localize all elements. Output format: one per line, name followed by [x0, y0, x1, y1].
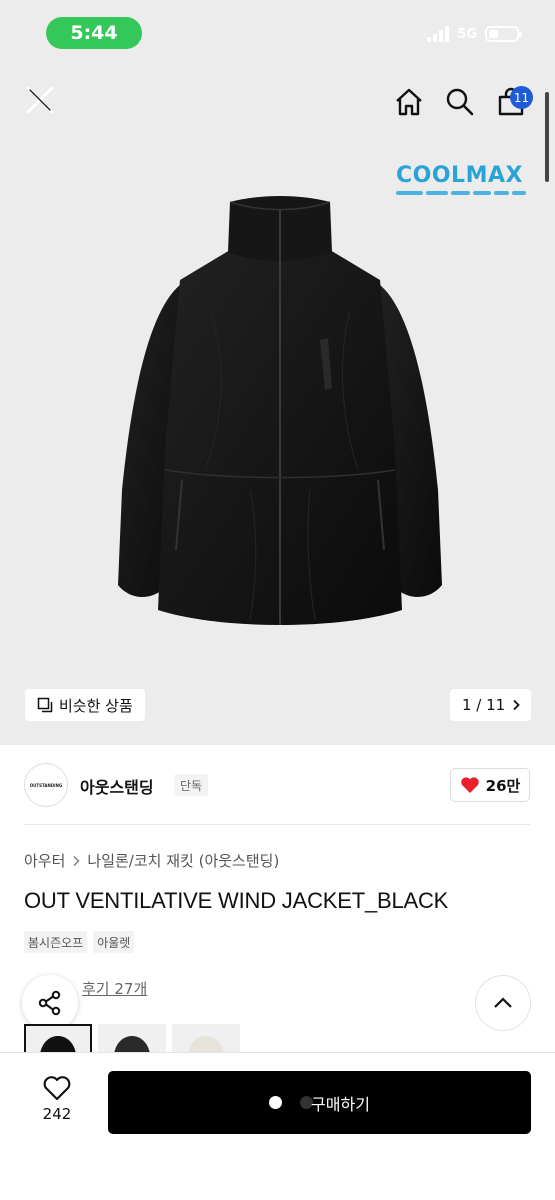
product-tag: 아울렛: [93, 931, 135, 953]
chevron-right-icon: [73, 855, 80, 866]
product-image-gallery[interactable]: 5:44 5G 11 COOLMAX 비슷한 상품 1 / 11: [0, 0, 555, 745]
breadcrumb: 아우터 나일론/코치 재킷 (아웃스탠딩): [24, 850, 279, 871]
brand-like-button[interactable]: 26만: [450, 768, 530, 802]
brand-row: OUTSTANDING 아웃스탠딩 단독 26만: [0, 760, 555, 810]
pager-text: 1 / 11: [462, 696, 506, 714]
buy-button-label: 구매하기: [311, 1094, 370, 1114]
breadcrumb-subcategory[interactable]: 나일론/코치 재킷 (아웃스탠딩): [87, 850, 279, 871]
chevron-up-icon: [494, 997, 512, 1008]
status-indicators: 5G: [427, 26, 522, 42]
brand-logo[interactable]: OUTSTANDING: [24, 763, 68, 807]
brand-name[interactable]: 아웃스탠딩: [80, 774, 154, 798]
exclusive-badge: 단독: [174, 774, 209, 796]
share-icon: [38, 990, 61, 1016]
divider: [24, 824, 530, 825]
close-icon[interactable]: [22, 82, 58, 118]
chevron-right-icon: [513, 699, 521, 711]
product-tag: 봄시즌오프: [24, 931, 88, 953]
signal-icon: [427, 26, 450, 42]
image-pager[interactable]: 1 / 11: [450, 689, 532, 721]
color-thumbnails: [24, 1024, 240, 1054]
loading-dot: [269, 1096, 283, 1109]
review-link[interactable]: 후기 27개: [82, 978, 147, 999]
heart-filled-icon: [460, 777, 479, 793]
scroll-top-button[interactable]: [475, 975, 531, 1031]
similar-products-label: 비슷한 상품: [59, 696, 133, 715]
breadcrumb-category[interactable]: 아우터: [24, 850, 65, 871]
status-time: 5:44: [46, 17, 142, 49]
color-thumb-black[interactable]: [24, 1024, 92, 1054]
product-tags: 봄시즌오프 아울렛: [24, 931, 135, 953]
product-title: OUT VENTILATIVE WIND JACKET_BLACK: [24, 888, 449, 913]
buy-button[interactable]: 구매하기: [108, 1071, 531, 1134]
product-image: [118, 196, 442, 625]
network-label: 5G: [457, 26, 477, 42]
cart-count-badge: 11: [510, 86, 533, 109]
search-icon[interactable]: [444, 86, 476, 118]
brand-like-count: 26만: [485, 776, 521, 795]
color-thumb-ivory[interactable]: [172, 1024, 240, 1054]
heart-outline-icon: [43, 1076, 71, 1101]
share-button[interactable]: [22, 975, 78, 1031]
similar-icon: [37, 697, 53, 713]
wishlist-count: 242: [42, 1105, 72, 1123]
similar-products-button[interactable]: 비슷한 상품: [25, 689, 145, 721]
color-thumb-charcoal[interactable]: [98, 1024, 166, 1054]
scrollbar[interactable]: [545, 92, 549, 182]
home-icon[interactable]: [393, 86, 425, 118]
wishlist-button[interactable]: 242: [34, 1075, 80, 1131]
battery-icon: [485, 26, 522, 42]
